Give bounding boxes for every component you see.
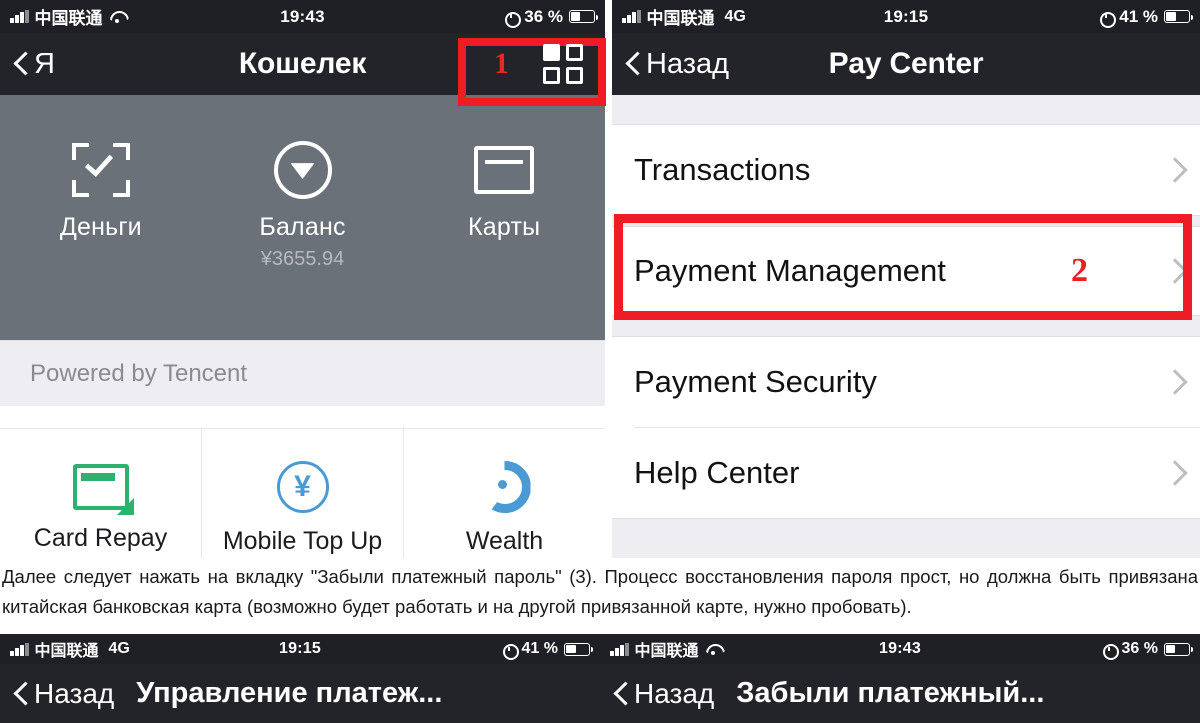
- chevron-right-icon: [1166, 459, 1182, 487]
- pay-center-screen: 中国联通 4G 19:15 41 % Назад Pay Center Tran…: [612, 0, 1200, 558]
- forgot-password-screen: 中国联通 19:43 36 % Назад Забыли платежный..…: [600, 634, 1200, 723]
- wallet-summary-card: Деньги Баланс ¥3655.94 Карты: [0, 95, 605, 340]
- grid-icon[interactable]: [543, 44, 583, 84]
- alarm-clock-icon: [1099, 10, 1117, 28]
- menu-item-label: Transactions: [634, 152, 811, 187]
- status-bar-right-group: 36 %: [1102, 640, 1194, 660]
- scan-qr-icon: [0, 135, 202, 205]
- menu-item-label: Payment Management: [634, 253, 946, 288]
- status-bar-right-group: 36 %: [504, 6, 599, 28]
- quick-actions-row: Card Repay ¥ Mobile Top Up Wealth: [0, 428, 605, 558]
- card-repay-icon: [72, 464, 134, 515]
- nav-bar-wallet: Я Кошелек 1: [0, 33, 605, 95]
- caption-text: Далее следует нажать на вкладку "Забыли …: [0, 558, 1200, 634]
- annotation-marker-2: 2: [1071, 252, 1088, 289]
- back-button-wallet[interactable]: Я: [0, 48, 55, 81]
- back-button-label: Назад: [34, 677, 115, 709]
- battery-percent-label: 36 %: [524, 6, 563, 26]
- list-gap-1: [612, 215, 1200, 227]
- bank-card-icon: [403, 135, 605, 205]
- chevron-right-icon: [1166, 156, 1182, 184]
- status-bar-bottom-right: 中国联通 19:43 36 %: [600, 634, 1200, 664]
- status-bar-right-group: 41 %: [1099, 6, 1194, 28]
- caption-paragraph: Далее следует нажать на вкладку "Забыли …: [2, 566, 1198, 617]
- quick-action-card-repay[interactable]: Card Repay: [0, 429, 202, 558]
- chevron-left-icon: [614, 681, 629, 707]
- quick-action-label: Card Repay: [33, 524, 168, 552]
- quick-action-label: Wealth: [465, 527, 544, 555]
- alarm-clock-icon: [1102, 642, 1119, 660]
- status-bar-left: 中国联通 19:43 36 %: [0, 0, 605, 33]
- payment-management-screen: 中国联通 4G 19:15 41 % Назад Управление плат…: [0, 634, 600, 723]
- wallet-action-label: Баланс: [259, 213, 346, 241]
- section-gap: [0, 406, 605, 428]
- battery-percent-label: 36 %: [1121, 640, 1158, 657]
- chevron-left-icon: [14, 681, 29, 707]
- quick-action-mobile-top-up[interactable]: ¥ Mobile Top Up: [202, 429, 404, 558]
- battery-icon: [1164, 642, 1194, 656]
- menu-item-label: Help Center: [634, 455, 800, 490]
- page-title-forgot-password: Забыли платежный...: [736, 677, 1045, 709]
- annotation-marker-1: 1: [494, 47, 509, 80]
- status-bar-bottom-left: 中国联通 4G 19:15 41 %: [0, 634, 600, 664]
- wallet-action-label: Карты: [468, 213, 541, 241]
- status-bar-right-group: 41 %: [502, 640, 594, 660]
- balance-diamond-icon: [202, 135, 404, 205]
- page-title-payment-management: Управление платеж...: [136, 677, 443, 709]
- menu-item-transactions[interactable]: Transactions: [612, 125, 1200, 215]
- chevron-left-icon: [626, 51, 641, 77]
- list-bottom-gap: [612, 518, 1200, 558]
- menu-item-payment-management[interactable]: Payment Management 2: [612, 227, 1200, 315]
- menu-item-payment-security[interactable]: Payment Security: [612, 337, 1200, 427]
- wallet-action-cards[interactable]: Карты: [403, 135, 605, 242]
- wallet-action-money[interactable]: Деньги: [0, 135, 202, 242]
- back-button-payment-management[interactable]: Назад: [0, 678, 114, 710]
- nav-bar-payment-management: Назад Управление платеж...: [0, 664, 600, 723]
- list-gap-2: [612, 315, 1200, 337]
- list-top-gap: [612, 95, 1200, 125]
- battery-icon: [569, 10, 599, 23]
- screenshot-root: 中国联通 19:43 36 % Я Кошелек 1 Деньги Балан…: [0, 0, 1200, 723]
- alarm-clock-icon: [502, 642, 519, 660]
- wallet-screen: 中国联通 19:43 36 % Я Кошелек 1 Деньги Балан…: [0, 0, 605, 558]
- bottom-phone-strip: 中国联通 4G 19:15 41 % Назад Управление плат…: [0, 634, 1200, 723]
- chevron-left-icon: [14, 51, 29, 77]
- wallet-action-label: Деньги: [59, 213, 142, 241]
- menu-item-help-center[interactable]: Help Center: [612, 428, 1200, 518]
- alarm-clock-icon: [504, 10, 522, 28]
- nav-bar-forgot-password: Назад Забыли платежный...: [600, 664, 1200, 723]
- back-button-pay-center[interactable]: Назад: [612, 48, 729, 81]
- back-button-label: Назад: [634, 677, 715, 709]
- balance-amount: ¥3655.94: [260, 248, 345, 270]
- back-button-label: Назад: [646, 47, 730, 80]
- status-bar-right: 中国联通 4G 19:15 41 %: [612, 0, 1200, 33]
- powered-by-label: Powered by Tencent: [0, 340, 605, 406]
- chevron-right-icon: [1166, 257, 1182, 285]
- nav-bar-pay-center: Назад Pay Center: [612, 33, 1200, 95]
- back-button-label: Я: [34, 47, 55, 80]
- battery-percent-label: 41 %: [521, 640, 558, 657]
- battery-icon: [1164, 10, 1194, 23]
- quick-action-label: Mobile Top Up: [222, 527, 383, 555]
- menu-item-label: Payment Security: [634, 364, 877, 399]
- chevron-right-icon: [1166, 368, 1182, 396]
- nav-right-group: 1: [494, 44, 605, 84]
- battery-percent-label: 41 %: [1119, 6, 1158, 26]
- battery-icon: [564, 642, 594, 656]
- quick-action-wealth[interactable]: Wealth: [404, 429, 605, 558]
- wealth-icon: [479, 461, 531, 513]
- yuan-circle-icon: ¥: [276, 461, 329, 513]
- back-button-forgot-password[interactable]: Назад: [600, 678, 714, 710]
- wallet-action-balance[interactable]: Баланс ¥3655.94: [202, 135, 404, 271]
